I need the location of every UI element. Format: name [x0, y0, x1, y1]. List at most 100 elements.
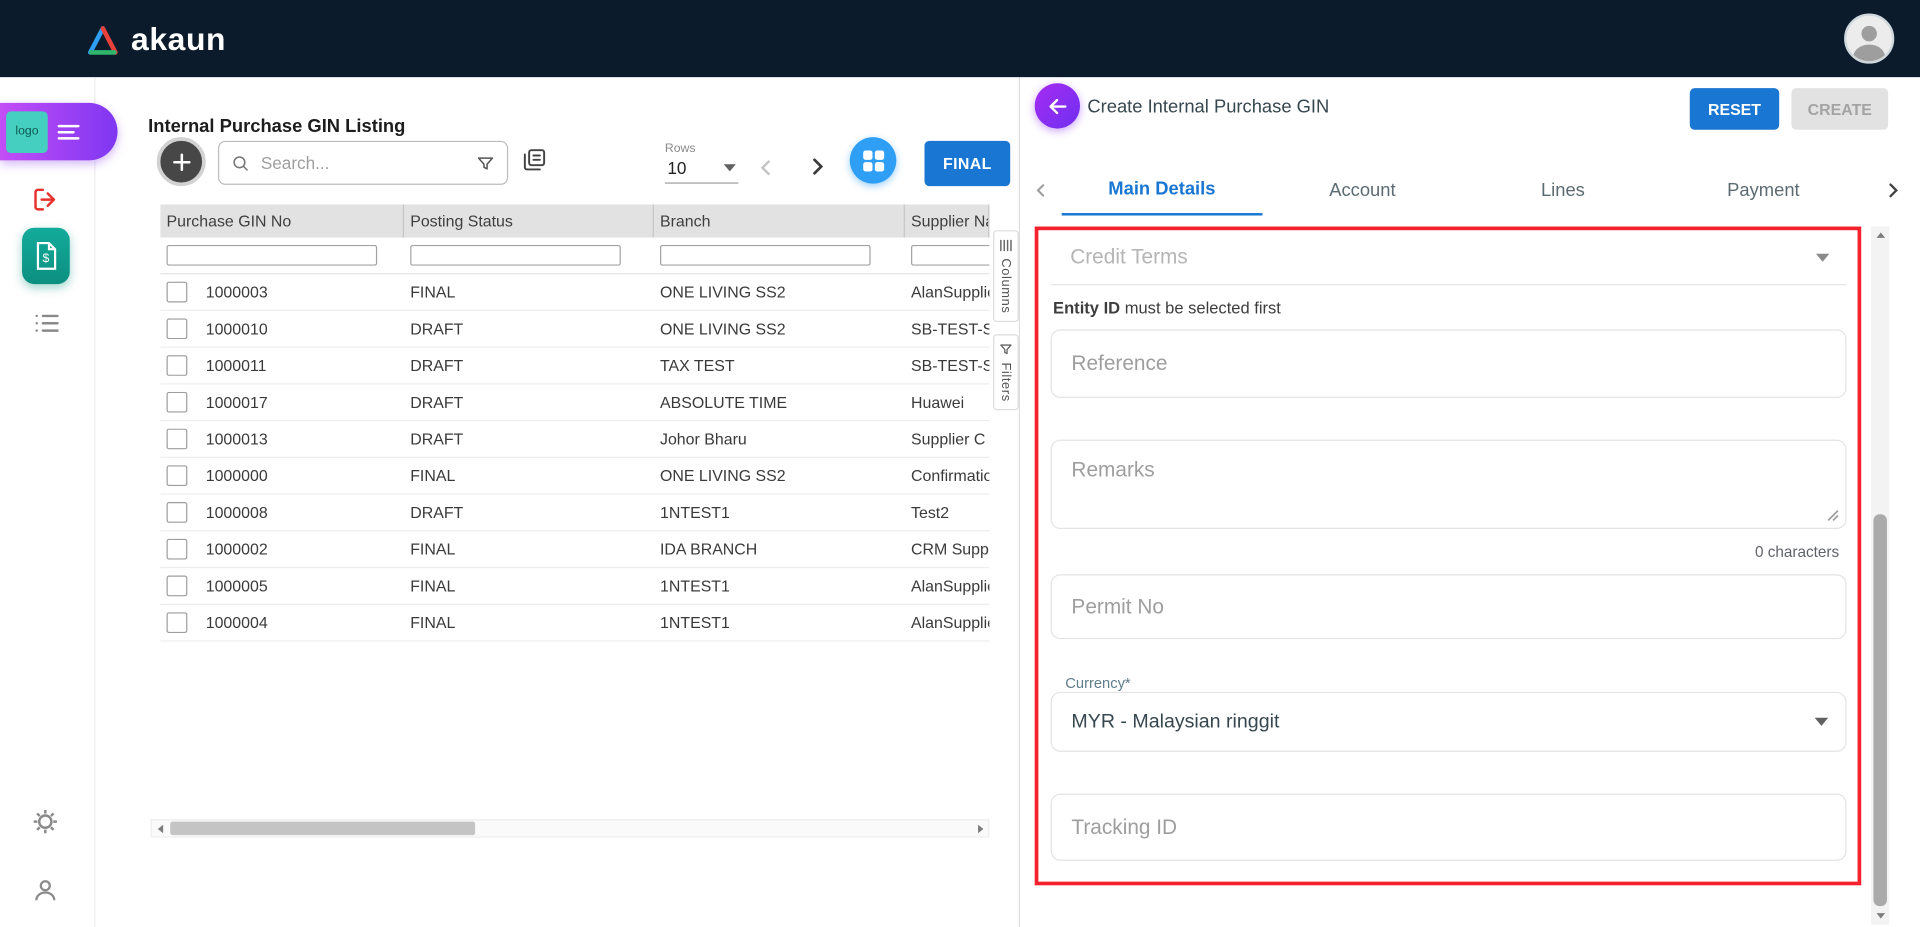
tabs-scroll-left-icon[interactable]	[1020, 164, 1062, 215]
table-row[interactable]: 1000008 DRAFT 1NTEST1 Test2	[160, 495, 989, 532]
cell-supplier: Huawei	[905, 393, 989, 411]
row-checkbox[interactable]	[167, 392, 188, 413]
search-icon	[231, 154, 249, 172]
reference-input[interactable]	[1052, 331, 1845, 397]
create-button[interactable]: CREATE	[1791, 88, 1888, 130]
top-navbar: akaun	[0, 0, 1920, 77]
rows-value: 10	[667, 158, 686, 178]
user-avatar[interactable]	[1844, 13, 1894, 63]
profile-person-icon[interactable]	[31, 876, 60, 905]
previous-page-button[interactable]	[754, 156, 778, 180]
cell-branch: ONE LIVING SS2	[654, 283, 905, 301]
reset-button[interactable]: RESET	[1690, 88, 1779, 130]
final-filter-button[interactable]: FINAL	[924, 141, 1010, 186]
apps-grid-button[interactable]	[850, 137, 897, 184]
scroll-right-arrow[interactable]	[971, 823, 988, 833]
app-sidebar: logo $	[0, 77, 96, 927]
currency-select[interactable]: MYR - Malaysian ringgit	[1051, 692, 1847, 752]
tab-payment[interactable]: Payment	[1663, 164, 1864, 215]
create-panel-title: Create Internal Purchase GIN	[1087, 97, 1329, 118]
tracking-id-input[interactable]	[1052, 795, 1845, 860]
filter-input-branch[interactable]	[660, 245, 871, 266]
columns-label: Columns	[999, 258, 1014, 313]
search-filter-funnel-icon[interactable]	[476, 154, 494, 172]
filter-input-posting-status[interactable]	[410, 245, 621, 266]
export-app-icon[interactable]	[29, 182, 63, 216]
table-row[interactable]: 1000010 DRAFT ONE LIVING SS2 SB-TEST-SU	[160, 311, 989, 348]
filter-input-supplier[interactable]	[911, 245, 989, 266]
funnel-icon	[999, 343, 1012, 356]
row-checkbox[interactable]	[167, 355, 188, 376]
scroll-down-arrow[interactable]	[1871, 906, 1889, 924]
vertical-scrollbar[interactable]	[1871, 227, 1889, 925]
table-header-row: Purchase GIN No Posting Status Branch Su…	[160, 204, 989, 237]
permit-no-field[interactable]	[1051, 574, 1847, 639]
settings-gear-icon[interactable]	[29, 806, 61, 838]
page-title: Internal Purchase GIN Listing	[148, 116, 405, 137]
row-checkbox[interactable]	[167, 612, 188, 633]
filters-tool-tab[interactable]: Filters	[993, 334, 1019, 410]
cell-status: DRAFT	[404, 503, 654, 521]
tab-lines[interactable]: Lines	[1463, 164, 1664, 215]
row-checkbox[interactable]	[167, 465, 188, 486]
rows-label: Rows	[665, 142, 738, 155]
cell-status: FINAL	[404, 283, 654, 301]
tracking-id-field[interactable]	[1051, 793, 1847, 860]
brand-logo: akaun	[86, 21, 226, 59]
credit-terms-select[interactable]: Credit Terms	[1051, 230, 1847, 285]
reference-field[interactable]	[1051, 329, 1847, 398]
tabs-scroll-right-icon[interactable]	[1864, 164, 1920, 215]
scrollbar-thumb[interactable]	[1873, 514, 1886, 906]
back-button[interactable]	[1035, 83, 1080, 128]
table-row[interactable]: 1000005 FINAL 1NTEST1 AlanSupplie	[160, 568, 989, 605]
column-header-purchase-gin-no[interactable]: Purchase GIN No	[160, 204, 404, 237]
table-row[interactable]: 1000013 DRAFT Johor Bharu Supplier C	[160, 421, 989, 458]
scrollbar-thumb[interactable]	[170, 822, 475, 835]
main-details-form: Credit Terms Entity ID must be selected …	[1051, 230, 1847, 881]
cell-branch: IDA BRANCH	[654, 540, 905, 558]
remarks-field[interactable]	[1051, 440, 1847, 529]
cell-branch: ONE LIVING SS2	[654, 320, 905, 338]
horizontal-scrollbar[interactable]	[151, 819, 990, 837]
sidebar-menu-toggle[interactable]: logo	[0, 103, 118, 161]
cell-gin-no: 1000000	[206, 467, 268, 485]
duplicate-view-icon[interactable]	[522, 147, 548, 173]
add-gin-button[interactable]	[157, 137, 206, 186]
scroll-left-arrow[interactable]	[152, 823, 169, 833]
scrollbar-track[interactable]	[169, 820, 971, 836]
listing-menu-icon[interactable]	[32, 312, 61, 334]
columns-tool-tab[interactable]: Columns	[993, 230, 1019, 322]
table-row[interactable]: 1000002 FINAL IDA BRANCH CRM Suppli	[160, 531, 989, 568]
permit-no-input[interactable]	[1052, 576, 1845, 638]
cell-gin-no: 1000002	[206, 540, 268, 558]
table-row[interactable]: 1000000 FINAL ONE LIVING SS2 Confirmatio	[160, 458, 989, 495]
table-row[interactable]: 1000011 DRAFT TAX TEST SB-TEST-SU	[160, 348, 989, 385]
table-row[interactable]: 1000017 DRAFT ABSOLUTE TIME Huawei	[160, 384, 989, 421]
column-header-posting-status[interactable]: Posting Status	[404, 204, 654, 237]
column-header-supplier[interactable]: Supplier Na	[905, 204, 989, 237]
row-checkbox[interactable]	[167, 318, 188, 339]
remarks-textarea[interactable]	[1052, 441, 1845, 528]
filter-input-gin-no[interactable]	[167, 245, 378, 266]
svg-text:$: $	[42, 251, 49, 265]
row-checkbox[interactable]	[167, 282, 188, 303]
scroll-up-arrow[interactable]	[1871, 227, 1889, 245]
table-row[interactable]: 1000003 FINAL ONE LIVING SS2 AlanSupplie	[160, 274, 989, 311]
cell-status: DRAFT	[404, 393, 654, 411]
row-checkbox[interactable]	[167, 429, 188, 450]
purchase-module-icon[interactable]: $	[22, 228, 70, 284]
currency-value: MYR - Malaysian ringgit	[1071, 711, 1279, 733]
row-checkbox[interactable]	[167, 539, 188, 560]
row-checkbox[interactable]	[167, 576, 188, 597]
entity-id-hint-rest: must be selected first	[1120, 299, 1281, 317]
tab-main-details[interactable]: Main Details	[1062, 164, 1263, 215]
rows-per-page-select[interactable]: Rows 10	[665, 142, 738, 184]
search-input[interactable]	[258, 152, 467, 174]
row-checkbox[interactable]	[167, 502, 188, 523]
table-row[interactable]: 1000004 FINAL 1NTEST1 AlanSupplie	[160, 605, 989, 642]
next-page-button[interactable]	[803, 153, 830, 180]
cell-status: DRAFT	[404, 320, 654, 338]
column-header-branch[interactable]: Branch	[654, 204, 905, 237]
tab-account[interactable]: Account	[1262, 164, 1463, 215]
search-box[interactable]	[218, 141, 508, 185]
